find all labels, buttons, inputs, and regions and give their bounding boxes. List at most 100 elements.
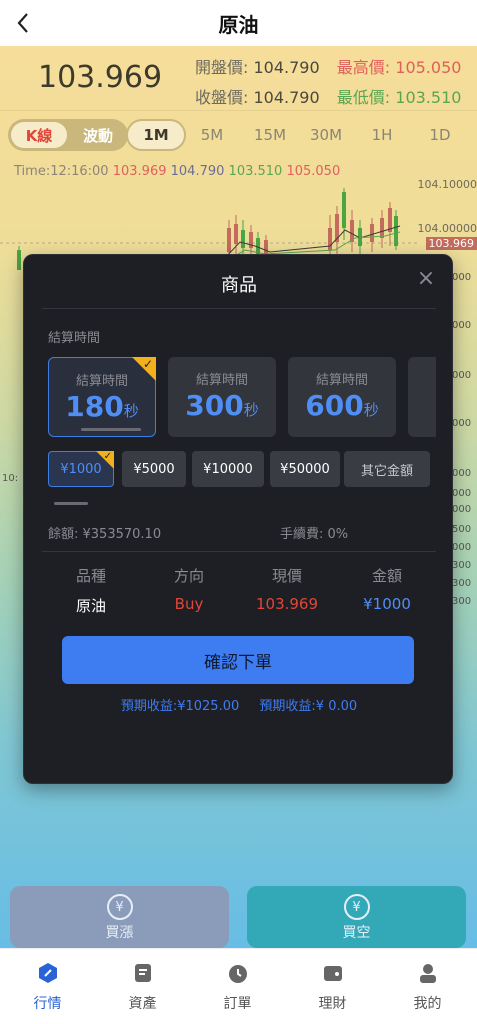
price-row-2: 收盤價: 104.790 最低價: 103.510 xyxy=(195,84,461,108)
wallet-icon xyxy=(321,961,345,985)
period-bar: K線 波動 1M 5M 15M 30M 1H 1D xyxy=(0,110,477,156)
header-amount: 金額 xyxy=(371,567,402,585)
order-headers: 品種 方向 現價 金額 xyxy=(42,565,436,589)
divider xyxy=(42,308,436,309)
side-axis-label: 000 xyxy=(452,488,472,499)
amount-option-5000[interactable]: ¥5000 xyxy=(122,451,186,487)
order-amount: ¥1000 xyxy=(363,595,411,613)
duration-value: 12 xyxy=(408,389,436,422)
side-axis-label: 000 xyxy=(452,272,472,283)
check-icon: ✓ xyxy=(103,451,112,462)
low-label: 最低價: xyxy=(336,88,391,107)
high-value: 105.050 xyxy=(395,58,462,77)
scroll-indicator xyxy=(54,502,88,505)
chevron-left-icon[interactable] xyxy=(8,8,38,38)
market-icon xyxy=(36,961,60,985)
chart-mode-toggle[interactable]: K線 波動 xyxy=(8,119,128,151)
amount-option-1000[interactable]: ¥1000 ✓ xyxy=(48,451,114,487)
order-dialog: 商品 × 結算時間 結算時間 180秒 ✓ 結算時間 300秒 結算時間 600… xyxy=(23,254,453,784)
tab-30m[interactable]: 30M xyxy=(302,119,350,151)
amount-option-10000[interactable]: ¥10000 xyxy=(192,451,264,487)
order-product: 原油 xyxy=(75,597,106,615)
order-direction: Buy xyxy=(174,595,204,613)
close-icon[interactable]: × xyxy=(414,267,438,291)
duration-value: 600秒 xyxy=(305,389,379,422)
dialog-title: 商品 xyxy=(221,275,257,296)
duration-section-label: 結算時間 xyxy=(48,331,101,346)
amount-option-50000[interactable]: ¥50000 xyxy=(270,451,340,487)
buy-down-label: 買空 xyxy=(342,925,371,941)
side-axis-label: 000 xyxy=(452,504,472,515)
price-row-1: 開盤價: 104.790 最高價: 105.050 xyxy=(195,54,461,78)
current-price: 103.969 xyxy=(38,60,163,95)
check-icon: ✓ xyxy=(142,357,153,371)
low-value: 103.510 xyxy=(395,88,462,107)
tab-label: 我的 xyxy=(413,996,442,1012)
header-product: 品種 xyxy=(75,567,106,585)
duration-value: 300秒 xyxy=(185,389,259,422)
duration-label: 結算時間 xyxy=(315,373,368,388)
buy-down-button[interactable]: ¥ 買空 xyxy=(247,886,466,948)
yen-circle-icon: ¥ xyxy=(343,894,370,920)
left-axis-fragment: 10: xyxy=(2,473,19,484)
yen-circle-icon: ¥ xyxy=(106,894,133,920)
page-title: 原油 xyxy=(218,12,259,37)
crosshair-value-d: 105.050 xyxy=(286,164,341,179)
crosshair-info: Time:12:16:00 103.969 104.790 103.510 10… xyxy=(14,164,340,179)
crosshair-value-a: 103.969 xyxy=(112,164,167,179)
header-direction: 方向 xyxy=(173,567,204,585)
side-axis-fragments: 000 000 000 000 000 000 000 500 000 300 … xyxy=(452,260,477,640)
price-summary: 103.969 開盤價: 104.790 最高價: 105.050 收盤價: 1… xyxy=(0,46,477,108)
duration-option-partial[interactable]: 結算時間 12 xyxy=(408,357,436,437)
side-axis-label: 500 xyxy=(452,524,472,535)
side-axis-label: 300 xyxy=(452,560,472,571)
open-value: 104.790 xyxy=(253,58,320,77)
orders-icon xyxy=(226,961,250,985)
crosshair-value-b: 104.790 xyxy=(170,164,225,179)
duration-label: 結算時間 xyxy=(408,369,437,388)
tab-assets[interactable]: 資產 xyxy=(95,949,190,1024)
side-axis-label: 300 xyxy=(452,596,472,607)
divider xyxy=(42,551,436,552)
duration-option-180[interactable]: 結算時間 180秒 ✓ xyxy=(48,357,156,437)
tab-market[interactable]: 行情 xyxy=(0,949,95,1024)
tab-orders[interactable]: 訂單 xyxy=(190,949,285,1024)
wave-mode[interactable]: 波動 xyxy=(72,122,124,148)
tab-5m[interactable]: 5M xyxy=(190,119,234,151)
user-icon xyxy=(416,961,440,985)
buy-up-button[interactable]: ¥ 買漲 xyxy=(10,886,229,948)
tab-1m[interactable]: 1M xyxy=(126,119,186,151)
amount-option-other[interactable]: 其它金額 xyxy=(344,451,430,487)
tab-wealth[interactable]: 理財 xyxy=(285,949,380,1024)
expected-profit-row: 預期收益:¥1025.00 預期收益:¥ 0.00 xyxy=(24,695,454,714)
duration-option-600[interactable]: 結算時間 600秒 xyxy=(288,357,396,437)
duration-option-300[interactable]: 結算時間 300秒 xyxy=(168,357,276,437)
axis-label-top: 104.10000 xyxy=(417,178,477,191)
tab-15m[interactable]: 15M xyxy=(246,119,294,151)
high-label: 最高價: xyxy=(336,58,391,77)
tab-label: 資產 xyxy=(128,996,157,1012)
expected-profit-1: 預期收益:¥1025.00 xyxy=(120,699,240,714)
side-axis-label: 300 xyxy=(452,578,472,589)
duration-value: 180秒 xyxy=(65,390,139,423)
order-price: 103.969 xyxy=(255,595,319,613)
tab-label: 理財 xyxy=(318,996,347,1012)
buy-up-label: 買漲 xyxy=(105,925,134,941)
kline-mode[interactable]: K線 xyxy=(11,122,67,148)
side-axis-label: 000 xyxy=(452,320,472,331)
close-label: 收盤價: xyxy=(195,88,249,107)
header-price: 現價 xyxy=(271,567,302,585)
tab-1d[interactable]: 1D xyxy=(420,119,460,151)
close-value: 104.790 xyxy=(253,88,320,107)
tab-profile[interactable]: 我的 xyxy=(380,949,475,1024)
tab-1h[interactable]: 1H xyxy=(362,119,402,151)
side-axis-label: 000 xyxy=(452,468,472,479)
amount-options: ¥1000 ✓ ¥5000 ¥10000 ¥50000 其它金額 xyxy=(48,451,438,487)
balance-text: 餘額: ¥353570.10 xyxy=(48,527,162,542)
side-axis-label: 000 xyxy=(452,370,472,381)
crosshair-time: Time:12:16:00 xyxy=(14,164,109,179)
order-values: 原油 Buy 103.969 ¥1000 xyxy=(42,595,436,619)
balance-row: 餘額: ¥353570.10 手續費: 0% xyxy=(48,523,438,542)
open-label: 開盤價: xyxy=(195,58,249,77)
confirm-order-button[interactable]: 確認下單 xyxy=(62,636,414,684)
